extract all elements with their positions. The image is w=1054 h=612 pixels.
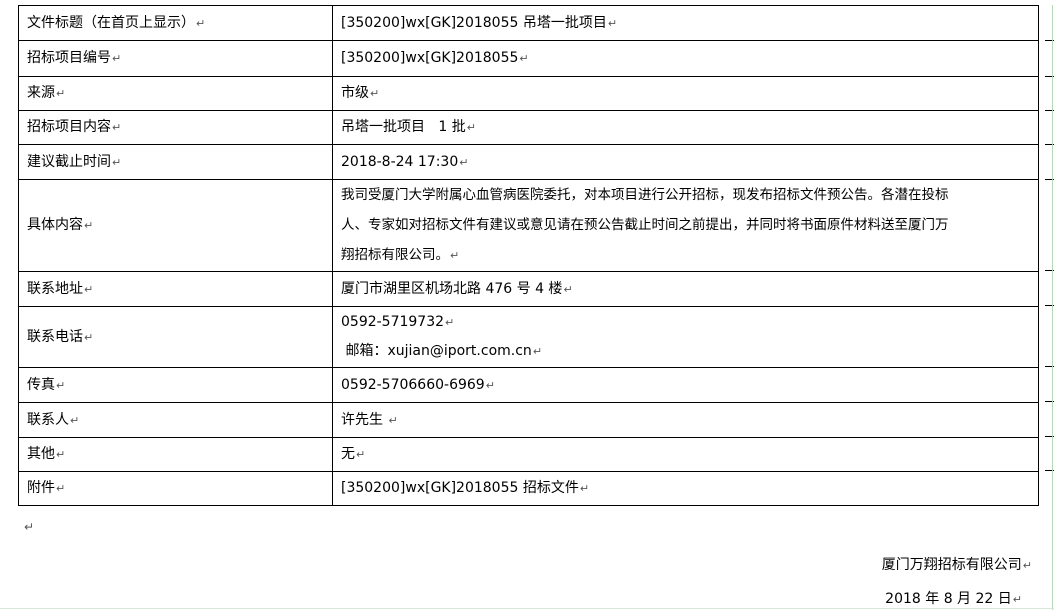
- table-row: 具体内容↵ 我司受厦门大学附属心血管病医院委托，对本项目进行公开招标，现发布招标…: [18, 179, 1039, 272]
- table-row: 招标项目内容↵ 吊塔一批项目 1 批↵: [18, 110, 1039, 145]
- label-cell: 招标项目编号↵: [18, 40, 333, 77]
- label-cell: 联系人↵: [18, 402, 333, 438]
- label-cell: 联系电话↵: [18, 306, 333, 368]
- page-edge-line: [1052, 5, 1053, 610]
- label-cell: 联系地址↵: [18, 271, 333, 307]
- paragraph-mark: ↵: [24, 520, 35, 534]
- table-row: 来源↵ 市级↵: [18, 76, 1039, 111]
- label-cell: 招标项目内容↵: [18, 110, 333, 145]
- value-cell: 厦门市湖里区机场北路 476 号 4 楼↵: [332, 271, 1039, 307]
- table-row: 联系地址↵ 厦门市湖里区机场北路 476 号 4 楼↵: [18, 271, 1039, 307]
- table-row: 其他↵ 无↵: [18, 437, 1039, 472]
- signature-date: 2018 年 8 月 22 日↵: [885, 591, 1022, 607]
- table-row: 联系人↵ 许先生 ↵: [18, 402, 1039, 438]
- label-cell: 附件↵: [18, 471, 333, 506]
- page-bottom-line: [0, 608, 1054, 609]
- tender-info-table: 文件标题（在首页上显示）↵ [350200]wx[GK]2018055 吊塔一批…: [18, 5, 1039, 506]
- content-line: 人、专家如对招标文件有建议或意见请在预公告截止时间之前提出，并同时将书面原件材料…: [341, 217, 949, 233]
- table-row: 传真↵ 0592-5706660-6969↵: [18, 367, 1039, 403]
- value-cell: 许先生 ↵: [332, 402, 1039, 438]
- label-cell: 建议截止时间↵: [18, 144, 333, 180]
- table-row: 文件标题（在首页上显示）↵ [350200]wx[GK]2018055 吊塔一批…: [18, 5, 1039, 41]
- value-cell: [350200]wx[GK]2018055 吊塔一批项目↵: [332, 5, 1039, 41]
- value-cell: 我司受厦门大学附属心血管病医院委托，对本项目进行公开招标，现发布招标文件预公告。…: [332, 179, 1039, 272]
- value-cell: 市级↵: [332, 76, 1039, 111]
- value-cell: [350200]wx[GK]2018055 招标文件↵: [332, 471, 1039, 506]
- label-cell: 来源↵: [18, 76, 333, 111]
- company-signature: 厦门万翔招标有限公司↵: [881, 557, 1032, 573]
- value-cell: 无↵: [332, 437, 1039, 472]
- value-cell: [350200]wx[GK]2018055↵: [332, 40, 1039, 77]
- label-cell: 具体内容↵: [18, 179, 333, 272]
- table-row: 建议截止时间↵ 2018-8-24 17:30↵: [18, 144, 1039, 180]
- phone-line: 0592-5719732↵: [341, 314, 455, 330]
- content-line: 我司受厦门大学附属心血管病医院委托，对本项目进行公开招标，现发布招标文件预公告。…: [341, 187, 949, 203]
- label-cell: 其他↵: [18, 437, 333, 472]
- value-cell: 吊塔一批项目 1 批↵: [332, 110, 1039, 145]
- email-line: 邮箱：xujian@iport.com.cn↵: [341, 343, 543, 359]
- table-row: 招标项目编号↵ [350200]wx[GK]2018055↵: [18, 40, 1039, 77]
- label-cell: 文件标题（在首页上显示）↵: [18, 5, 333, 41]
- table-row: 联系电话↵ 0592-5719732↵ 邮箱：xujian@iport.com.…: [18, 306, 1039, 368]
- table-row: 附件↵ [350200]wx[GK]2018055 招标文件↵: [18, 471, 1039, 506]
- value-cell: 2018-8-24 17:30↵: [332, 144, 1039, 180]
- value-cell: 0592-5706660-6969↵: [332, 367, 1039, 403]
- label-cell: 传真↵: [18, 367, 333, 403]
- content-line: 翔招标有限公司。↵: [341, 247, 460, 263]
- value-cell: 0592-5719732↵ 邮箱：xujian@iport.com.cn↵: [332, 306, 1039, 368]
